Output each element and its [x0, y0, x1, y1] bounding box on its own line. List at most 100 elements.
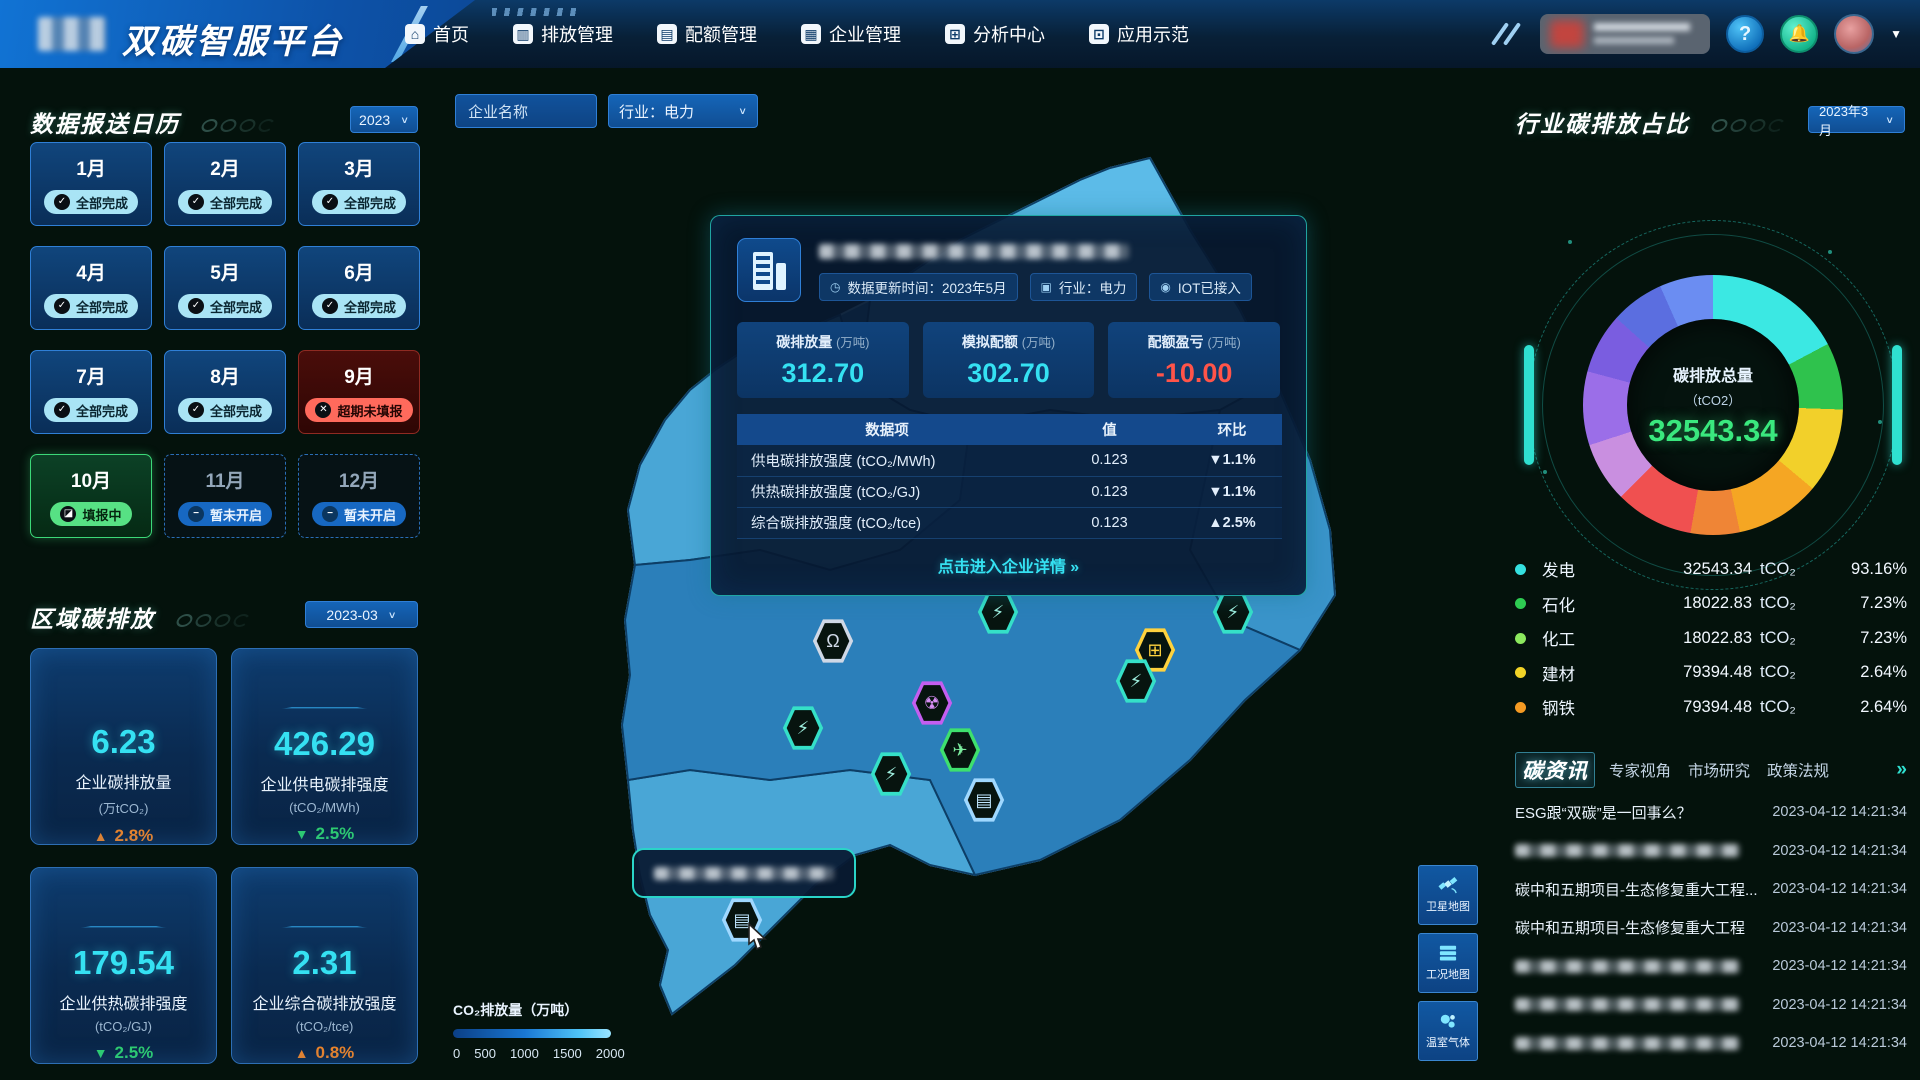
news-item[interactable]: 碳中和五期项目-生态修复重大工程... 2023-04-12 14:21:34 [1515, 870, 1907, 909]
legend-row-chemical[interactable]: 化工 18022.83 tCO₂ 7.23% [1515, 621, 1907, 656]
month-card-mar[interactable]: 3月 ✓全部完成 [298, 142, 420, 226]
legend-row-power[interactable]: 发电 32543.34 tCO₂ 93.16% [1515, 552, 1907, 587]
stat-card-power-intensity[interactable]: ⚡ 426.29 企业供电碳排强度 (tCO₂/MWh) ▼2.5% [231, 648, 418, 845]
title-decoration [177, 606, 253, 633]
logo-plate: 双碳智服平台 [0, 0, 475, 68]
tab-policy[interactable]: 政策法规 [1767, 759, 1829, 781]
status-badge: −暂未开启 [178, 502, 272, 526]
news-item[interactable]: 2023-04-12 14:21:34 [1515, 947, 1907, 986]
region-month-select[interactable]: 2023-03∨ [305, 601, 418, 628]
news-item[interactable]: ESG跟“双碳”是一回事么？ 2023-04-12 14:21:34 [1515, 793, 1907, 832]
chevron-down-icon: ∨ [738, 105, 747, 116]
month-card-feb[interactable]: 2月 ✓全部完成 [164, 142, 286, 226]
industry-badge: ▣行业：电力 [1030, 273, 1138, 301]
industry-filter-select[interactable]: 行业：电力∨ [608, 94, 758, 128]
calendar-grid: 1月 ✓全部完成 2月 ✓全部完成 3月 ✓全部完成 4月 ✓全部完成 5月 ✓… [30, 142, 420, 538]
industry-icon: ▣ [1041, 280, 1052, 294]
nav-item-label: 排放管理 [541, 21, 613, 47]
down-arrow-icon: ▼ [1208, 484, 1222, 500]
stat-card-emission[interactable]: CO₂ 6.23 企业碳排放量 (万tCO₂) ▲2.8% [30, 648, 217, 845]
nav-item-emission[interactable]: ▥ 排放管理 [513, 21, 613, 47]
iot-badge: ◉IOT已接入 [1149, 273, 1251, 301]
greenhouse-gas-button[interactable]: 温室气体 [1418, 1001, 1478, 1061]
stat-label: 企业供热碳排强度 [59, 990, 187, 1014]
tab-expert-view[interactable]: 专家视角 [1609, 759, 1671, 781]
stat-unit: (tCO₂/GJ) [95, 1019, 152, 1034]
pedestal-glow: ◎ [282, 926, 368, 928]
nav-item-enterprise[interactable]: ▦ 企业管理 [801, 21, 901, 47]
legend-dot [1515, 667, 1526, 678]
month-card-jan[interactable]: 1月 ✓全部完成 [30, 142, 152, 226]
popup-badges: ◷数据更新时间：2023年5月 ▣行业：电力 ◉IOT已接入 [819, 273, 1252, 301]
industry-donut[interactable] [1583, 275, 1843, 535]
map-co2-legend: CO₂排放量（万吨） 0500 10001500 2000 [453, 1000, 633, 1061]
news-title-blurred [1515, 960, 1740, 973]
satellite-map-button[interactable]: 卫星地图 [1418, 865, 1478, 925]
co2-cloud-icon: CO₂ [95, 663, 153, 701]
tab-market-research[interactable]: 市场研究 [1688, 759, 1750, 781]
calendar-year-select[interactable]: 2023∨ [350, 106, 418, 133]
user-menu-caret-icon[interactable]: ▼ [1890, 27, 1902, 41]
legend-dot [1515, 702, 1526, 713]
month-card-sep[interactable]: 9月 ✕超期未填报 [298, 350, 420, 434]
nav-right: ? 🔔 ▼ [1490, 0, 1902, 68]
satellite-icon [1437, 876, 1459, 894]
month-card-jul[interactable]: 7月 ✓全部完成 [30, 350, 152, 434]
help-button[interactable]: ? [1726, 15, 1764, 53]
nav-item-label: 分析中心 [973, 21, 1045, 47]
stat-value: 179.54 [73, 944, 174, 982]
popup-stat-quota: 模拟配额 (万吨) 302.70 [923, 322, 1095, 398]
legend-dot [1515, 564, 1526, 575]
status-badge: ✓全部完成 [44, 190, 138, 214]
news-more-arrow[interactable]: » [1896, 759, 1907, 781]
down-arrow-icon: ▼ [295, 826, 309, 842]
news-item[interactable]: 2023-04-12 14:21:34 [1515, 1024, 1907, 1063]
table-row: 供热碳排放强度 (tCO₂/GJ) 0.123 ▼1.1% [737, 476, 1282, 507]
nav-item-label: 企业管理 [829, 21, 901, 47]
stat-card-heat-intensity[interactable]: ♨ 179.54 企业供热碳排强度 (tCO₂/GJ) ▼2.5% [30, 867, 217, 1064]
popup-stat-emission: 碳排放量 (万吨) 312.70 [737, 322, 909, 398]
col-header: 数据项 [737, 414, 1037, 445]
stat-change: ▼2.5% [94, 1043, 154, 1063]
stat-value: 2.31 [292, 944, 356, 982]
news-item[interactable]: 2023-04-12 14:21:34 [1515, 832, 1907, 871]
chart-icon: ▥ [513, 24, 533, 44]
gas-molecule-icon [1437, 1012, 1459, 1030]
legend-row-steel[interactable]: 钢铁 79394.48 tCO₂ 2.64% [1515, 690, 1907, 725]
user-avatar[interactable] [1834, 14, 1874, 54]
nav-item-quota[interactable]: ▤ 配额管理 [657, 21, 757, 47]
legend-row-building-materials[interactable]: 建材 79394.48 tCO₂ 2.64% [1515, 656, 1907, 691]
month-card-may[interactable]: 5月 ✓全部完成 [164, 246, 286, 330]
clock-icon: ◷ [830, 280, 840, 294]
month-card-jun[interactable]: 6月 ✓全部完成 [298, 246, 420, 330]
ring-bracket [1524, 345, 1534, 465]
nav-item-home[interactable]: ⌂ 首页 [405, 21, 469, 47]
stat-card-comprehensive-intensity[interactable]: ◎ 2.31 企业综合碳排放强度 (tCO₂/tce) ▲0.8% [231, 867, 418, 1064]
news-header: 碳资讯 专家视角 市场研究 政策法规 » [1515, 752, 1907, 788]
nav-item-demo[interactable]: ⊡ 应用示范 [1089, 21, 1189, 47]
industry-month-select[interactable]: 2023年3月∨ [1808, 106, 1905, 133]
month-card-aug[interactable]: 8月 ✓全部完成 [164, 350, 286, 434]
month-card-apr[interactable]: 4月 ✓全部完成 [30, 246, 152, 330]
working-condition-map-button[interactable]: 工况地图 [1418, 933, 1478, 993]
edit-icon: ◪ [60, 506, 76, 522]
tooltip-company-blurred [654, 867, 834, 880]
month-card-nov[interactable]: 11月 −暂未开启 [164, 454, 286, 538]
news-item[interactable]: 碳中和五期项目-生态修复重大工程 2023-04-12 14:21:34 [1515, 909, 1907, 948]
news-item[interactable]: 2023-04-12 14:21:34 [1515, 986, 1907, 1025]
company-name-input[interactable]: 企业名称 [455, 94, 597, 128]
up-arrow-icon: ▲ [1208, 515, 1222, 531]
news-title-blurred [1515, 1037, 1740, 1050]
org-badge-blurred [1540, 14, 1710, 54]
status-badge: ✓全部完成 [44, 294, 138, 318]
month-card-dec[interactable]: 12月 −暂未开启 [298, 454, 420, 538]
top-nav: 双碳智服平台 ⌂ 首页 ▥ 排放管理 ▤ 配额管理 ▦ 企业管理 ⊞ 分析中心 … [0, 0, 1920, 68]
legend-row-petrochemical[interactable]: 石化 18022.83 tCO₂ 7.23% [1515, 587, 1907, 622]
enterprise-detail-link[interactable]: 点击进入企业详情 » [737, 553, 1280, 577]
status-badge: ✓全部完成 [312, 294, 406, 318]
nav-item-analysis[interactable]: ⊞ 分析中心 [945, 21, 1045, 47]
month-card-oct[interactable]: 10月 ◪填报中 [30, 454, 152, 538]
notifications-button[interactable]: 🔔 [1780, 15, 1818, 53]
quota-icon: ▤ [657, 24, 677, 44]
nav-item-label: 配额管理 [685, 21, 757, 47]
